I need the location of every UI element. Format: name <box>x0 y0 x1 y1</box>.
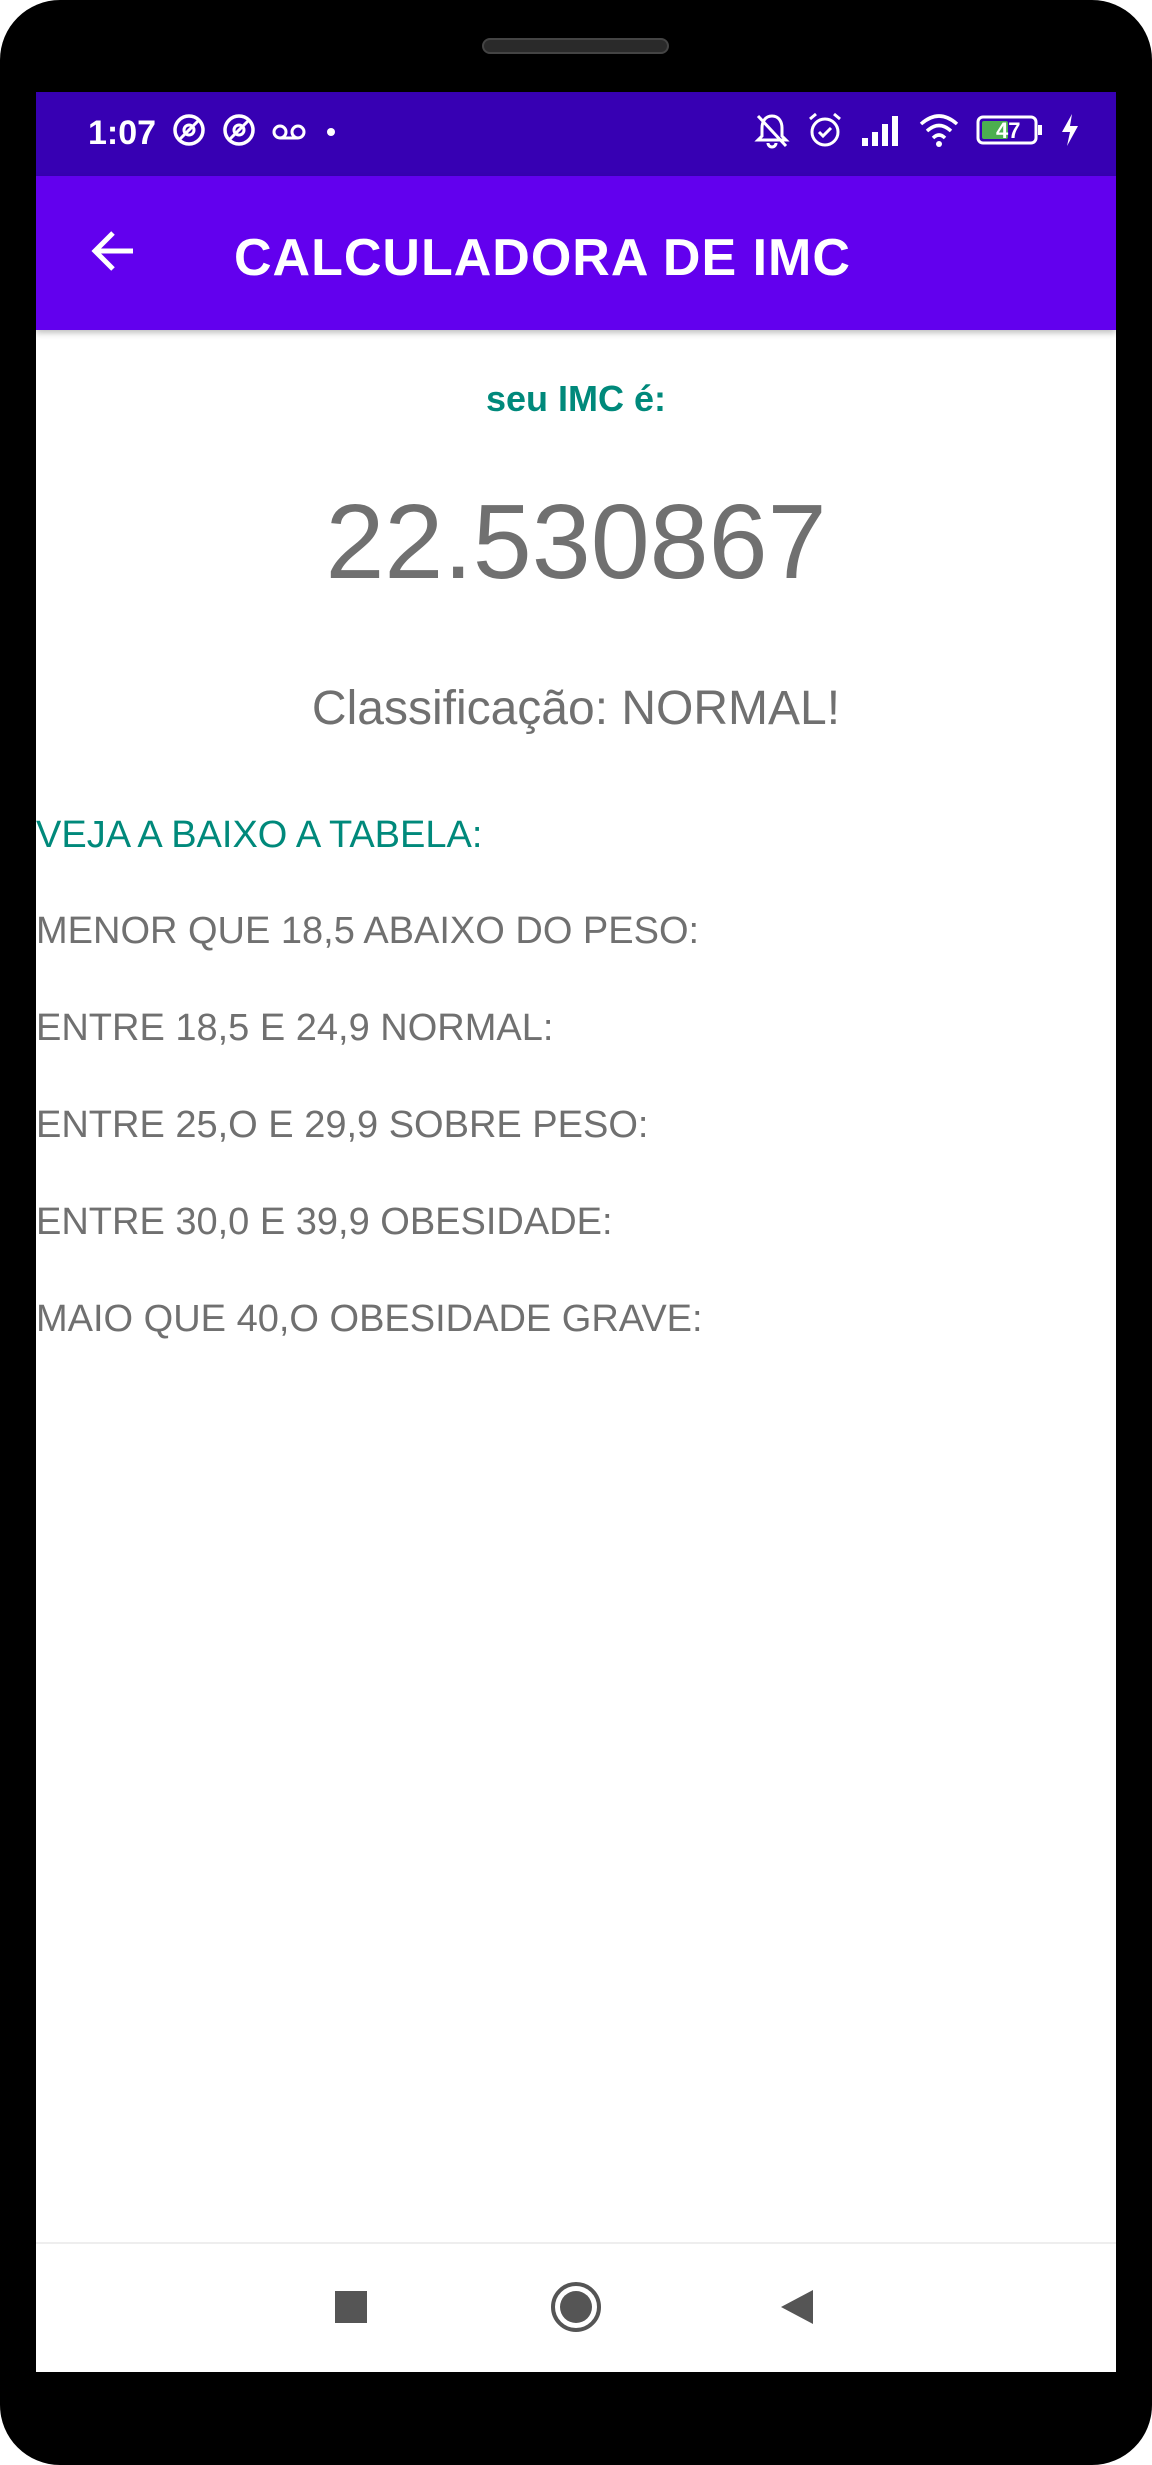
imc-label: seu IMC é: <box>485 378 667 419</box>
table-row: ENTRE 30,0 E 39,9 OBESIDADE: <box>36 1201 613 1243</box>
alarm-icon <box>806 110 844 150</box>
status-time: 1:07 <box>88 114 157 152</box>
signal-icon <box>860 110 902 150</box>
dot-icon <box>321 112 341 148</box>
table-row: ENTRE 25,O E 29,9 SOBRE PESO: <box>36 1104 649 1146</box>
status-bar: 1:07 47 <box>36 92 1116 176</box>
navigation-bar <box>36 2242 1116 2372</box>
wifi-icon <box>918 110 960 150</box>
system-back-button[interactable] <box>762 2274 832 2344</box>
table-heading: VEJA A BAIXO A TABELA: <box>36 814 483 856</box>
battery-icon: 47 <box>976 114 1044 146</box>
muted-bell-icon <box>754 110 790 150</box>
home-circle-icon <box>550 2281 602 2338</box>
recents-square-icon <box>334 2290 368 2329</box>
back-triangle-icon <box>779 2288 815 2331</box>
battery-level: 47 <box>996 118 1021 143</box>
status-left-icons <box>171 112 341 148</box>
imc-value: 22.530867 <box>325 483 827 601</box>
status-right-icons: 47 <box>754 110 1080 150</box>
arrow-left-icon <box>89 227 137 280</box>
page-title: CALCULADORA DE IMC <box>234 229 851 287</box>
voicemail-icon <box>271 112 307 148</box>
earpiece-speaker <box>482 38 669 54</box>
charging-icon <box>1060 112 1080 148</box>
phone-frame: 1:07 47 CALCULADORA DE IMC seu IMC é: 22… <box>0 0 1152 2465</box>
recents-button[interactable] <box>316 2274 386 2344</box>
back-button[interactable] <box>76 216 150 290</box>
home-button[interactable] <box>541 2274 611 2344</box>
table-row: ENTRE 18,5 E 24,9 NORMAL: <box>36 1007 554 1049</box>
at-sign-icon <box>171 112 207 148</box>
screen: 1:07 47 CALCULADORA DE IMC seu IMC é: 22… <box>36 92 1116 2372</box>
classification-text: Classificação: NORMAL! <box>311 682 841 735</box>
at-sign-icon <box>221 112 257 148</box>
table-row: MAIO QUE 40,O OBESIDADE GRAVE: <box>36 1298 703 1340</box>
table-row: MENOR QUE 18,5 ABAIXO DO PESO: <box>36 910 700 952</box>
app-bar: CALCULADORA DE IMC <box>36 176 1116 330</box>
